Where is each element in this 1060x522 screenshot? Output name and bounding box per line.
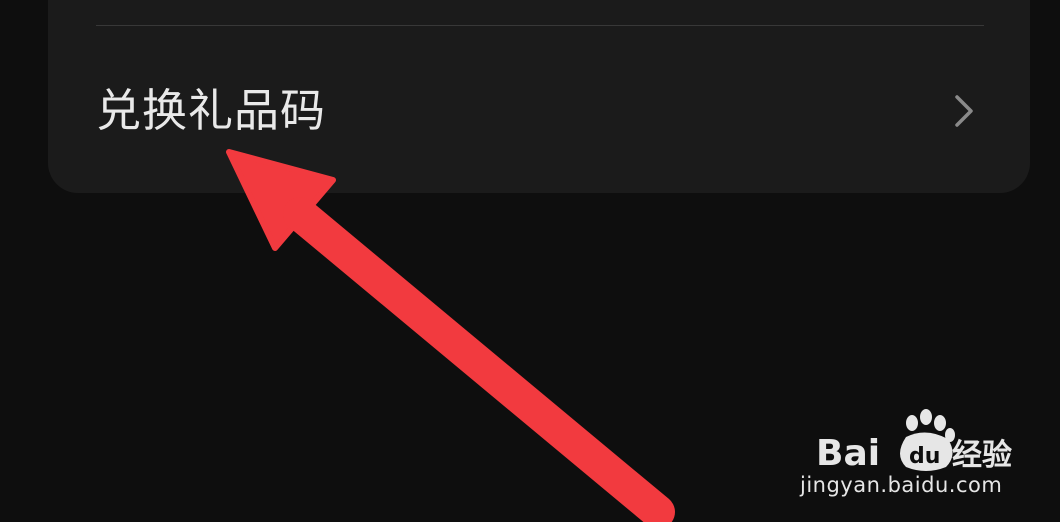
- svg-text:du: du: [909, 444, 940, 469]
- svg-text:经验: 经验: [952, 438, 1012, 473]
- screen: 兑换礼品码 Bai du 经验 jingyan.baidu.com: [0, 0, 1060, 522]
- baidu-jingyan-watermark: Bai du 经验 jingyan.baidu.com: [800, 405, 1020, 505]
- row-divider: [96, 25, 984, 26]
- redeem-gift-code-label: 兑换礼品码: [96, 84, 327, 137]
- redeem-gift-code-row[interactable]: 兑换礼品码: [48, 27, 1030, 193]
- watermark-url: jingyan.baidu.com: [800, 473, 1003, 497]
- chevron-right-icon: [955, 95, 973, 127]
- svg-text:Bai: Bai: [816, 433, 880, 474]
- baidu-paw-icon: Bai du 经验: [816, 409, 1012, 474]
